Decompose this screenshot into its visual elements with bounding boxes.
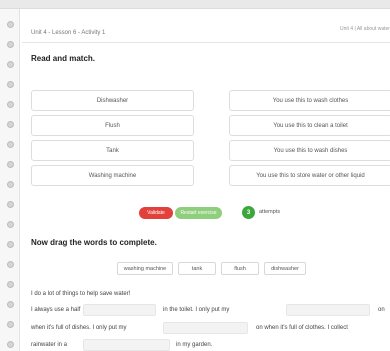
window-top-bar — [0, 0, 390, 9]
header-divider — [22, 42, 390, 43]
binding-ring — [7, 281, 14, 288]
binding-ring — [7, 181, 14, 188]
word-chip-tank[interactable]: tank — [178, 262, 216, 275]
binding-ring — [7, 101, 14, 108]
validate-button[interactable]: Validate — [139, 207, 173, 219]
binding-ring — [7, 201, 14, 208]
binding-ring — [7, 21, 14, 28]
binding-ring — [7, 81, 14, 88]
binding-ring — [7, 321, 14, 328]
attempts-label: attempts — [259, 209, 281, 215]
attempts-count-badge: 3 — [242, 206, 255, 219]
match-left-item[interactable]: Washing machine — [31, 165, 194, 186]
binding-ring — [7, 121, 14, 128]
drag-section-title: Now drag the words to complete. — [31, 238, 157, 247]
binding-ring — [7, 221, 14, 228]
binding-ring — [7, 241, 14, 248]
match-right-item[interactable]: You use this to store water or other liq… — [229, 165, 390, 186]
unit-title: Unit 4 | All about water — [340, 26, 390, 32]
match-right-item[interactable]: You use this to wash clothes — [229, 90, 390, 111]
drop-blank[interactable] — [286, 304, 370, 316]
match-left-item[interactable]: Flush — [31, 115, 194, 136]
notebook-binding — [0, 9, 20, 351]
word-chip-flush[interactable]: flush — [221, 262, 259, 275]
binding-ring — [7, 41, 14, 48]
word-chip-dishwasher[interactable]: dishwasher — [264, 262, 306, 275]
match-right-item[interactable]: You use this to wash dishes — [229, 140, 390, 161]
exercise-text: rainwater in a — [31, 342, 68, 348]
restart-exercise-button[interactable]: Restart exercise — [175, 207, 222, 219]
binding-ring — [7, 301, 14, 308]
exercise-text: on when it's full of clothes. I collect — [256, 325, 348, 331]
exercise-text: in my garden. — [176, 342, 213, 348]
drop-blank[interactable] — [83, 339, 170, 351]
exercise-text: I do a lot of things to help save water! — [31, 291, 131, 297]
match-section-title: Read and match. — [31, 54, 96, 63]
match-left-item[interactable]: Tank — [31, 140, 194, 161]
binding-ring — [7, 141, 14, 148]
binding-ring — [7, 61, 14, 68]
exercise-text: on — [378, 307, 385, 313]
exercise-text: in the toilet. I only put my — [163, 307, 230, 313]
breadcrumb: Unit 4 - Lesson 6 - Activity 1 — [31, 30, 106, 36]
drop-blank[interactable] — [83, 304, 156, 316]
binding-ring — [7, 161, 14, 168]
exercise-text: I always use a half — [31, 307, 81, 313]
binding-ring — [7, 341, 14, 348]
exercise-text: when it's full of dishes. I only put my — [31, 325, 127, 331]
word-chip-washing-machine[interactable]: washing machine — [117, 262, 173, 275]
binding-ring — [7, 261, 14, 268]
match-left-item[interactable]: Dishwasher — [31, 90, 194, 111]
drop-blank[interactable] — [163, 322, 248, 334]
match-right-item[interactable]: You use this to clean a toilet — [229, 115, 390, 136]
